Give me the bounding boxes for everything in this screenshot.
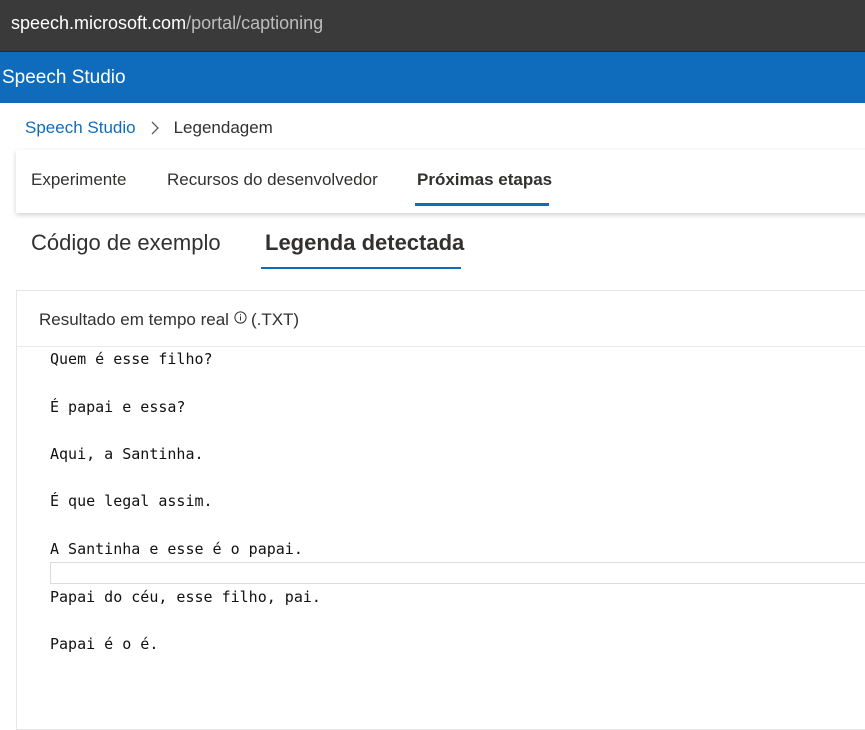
result-panel: Resultado em tempo real (.TXT) Quem é es… [16, 290, 865, 730]
caption-line: É papai e essa? [50, 398, 186, 416]
main-tabbar: Experimente Recursos do desenvolvedor Pr… [16, 150, 865, 213]
app-header: Speech Studio [0, 52, 865, 103]
result-format-label: (.TXT) [250, 310, 300, 329]
result-panel-title: Resultado em tempo real (.TXT) [39, 310, 299, 330]
chevron-right-icon [151, 121, 159, 135]
info-icon[interactable] [234, 310, 247, 324]
url-host: speech.microsoft.com [11, 13, 187, 33]
subtab-codigo-de-exemplo[interactable]: Código de exemplo [31, 230, 221, 256]
browser-address-bar[interactable]: speech.microsoft.com/portal/captioning [0, 0, 865, 52]
caption-line: Aqui, a Santinha. [50, 445, 204, 463]
active-tab-indicator [415, 203, 549, 206]
app-title[interactable]: Speech Studio [2, 67, 126, 89]
breadcrumb-home-link[interactable]: Speech Studio [25, 118, 136, 138]
url-text[interactable]: speech.microsoft.com/portal/captioning [11, 13, 323, 34]
breadcrumb: Speech Studio Legendagem [25, 117, 273, 139]
result-panel-header: Resultado em tempo real (.TXT) [17, 291, 865, 347]
tab-proximas-etapas[interactable]: Próximas etapas [417, 170, 552, 190]
tab-experimente[interactable]: Experimente [31, 170, 126, 190]
result-title-text: Resultado em tempo real [39, 310, 229, 329]
caption-line: É que legal assim. [50, 492, 213, 510]
url-path: /portal/captioning [186, 13, 324, 33]
caption-line: Quem é esse filho? [50, 350, 213, 368]
caption-selection-box[interactable] [50, 562, 865, 584]
caption-line: Papai do céu, esse filho, pai. [50, 588, 321, 606]
subtab-legenda-detectada[interactable]: Legenda detectada [265, 230, 464, 256]
caption-line: A Santinha e esse é o papai. [50, 540, 303, 558]
active-subtab-indicator [261, 267, 461, 269]
breadcrumb-current: Legendagem [173, 118, 273, 137]
caption-line: Papai é o é. [50, 635, 159, 653]
tab-recursos-do-desenvolvedor[interactable]: Recursos do desenvolvedor [167, 170, 378, 190]
